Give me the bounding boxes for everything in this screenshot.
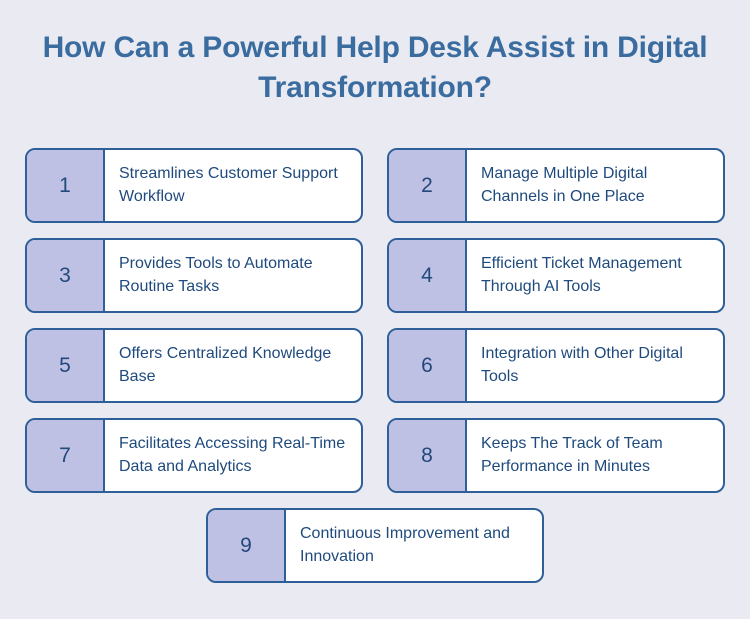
card-label: Integration with Other Digital Tools: [467, 330, 723, 401]
card-label: Streamlines Customer Support Workflow: [105, 150, 361, 221]
card-row: 1 Streamlines Customer Support Workflow …: [0, 148, 750, 223]
numbered-card[interactable]: 5 Offers Centralized Knowledge Base: [25, 328, 363, 403]
numbered-card[interactable]: 3 Provides Tools to Automate Routine Tas…: [25, 238, 363, 313]
numbered-card[interactable]: 1 Streamlines Customer Support Workflow: [25, 148, 363, 223]
numbered-card[interactable]: 4 Efficient Ticket Management Through AI…: [387, 238, 725, 313]
numbered-card[interactable]: 7 Facilitates Accessing Real-Time Data a…: [25, 418, 363, 493]
card-row: 7 Facilitates Accessing Real-Time Data a…: [0, 418, 750, 493]
card-label: Provides Tools to Automate Routine Tasks: [105, 240, 361, 311]
card-number-badge: 6: [389, 330, 467, 401]
card-row: 9 Continuous Improvement and Innovation: [0, 508, 750, 583]
numbered-card[interactable]: 8 Keeps The Track of Team Performance in…: [387, 418, 725, 493]
card-number-badge: 4: [389, 240, 467, 311]
card-label: Offers Centralized Knowledge Base: [105, 330, 361, 401]
card-label-text: Streamlines Customer Support Workflow: [119, 164, 338, 205]
card-number-badge: 3: [27, 240, 105, 311]
card-number-badge: 2: [389, 150, 467, 221]
numbered-card[interactable]: 2 Manage Multiple Digital Channels in On…: [387, 148, 725, 223]
card-number-badge: 1: [27, 150, 105, 221]
card-label-text: Continuous Improvement and Innovation: [300, 524, 510, 565]
card-label-text: Integration with Other Digital Tools: [481, 344, 683, 385]
numbered-card-list: 1 Streamlines Customer Support Workflow …: [0, 148, 750, 583]
card-row: 3 Provides Tools to Automate Routine Tas…: [0, 238, 750, 313]
card-label-text: Facilitates Accessing Real-Time Data and…: [119, 434, 346, 475]
numbered-card[interactable]: 6 Integration with Other Digital Tools: [387, 328, 725, 403]
card-label: Facilitates Accessing Real-Time Data and…: [105, 420, 361, 491]
card-label-text: Offers Centralized Knowledge Base: [119, 344, 332, 385]
card-label: Keeps The Track of Team Performance in M…: [467, 420, 723, 491]
card-label: Manage Multiple Digital Channels in One …: [467, 150, 723, 221]
card-label-text: Efficient Ticket Management Through AI T…: [481, 254, 682, 295]
card-label-text: Keeps The Track of Team Performance in M…: [481, 434, 663, 475]
card-label-text: Manage Multiple Digital Channels in One …: [481, 164, 648, 205]
card-number-badge: 9: [208, 510, 286, 581]
card-label-text: Provides Tools to Automate Routine Tasks: [119, 254, 313, 295]
page-title: How Can a Powerful Help Desk Assist in D…: [42, 31, 708, 104]
card-number-badge: 5: [27, 330, 105, 401]
card-label: Efficient Ticket Management Through AI T…: [467, 240, 723, 311]
card-number-badge: 7: [27, 420, 105, 491]
infographic-container: How Can a Powerful Help Desk Assist in D…: [0, 0, 750, 619]
numbered-card[interactable]: 9 Continuous Improvement and Innovation: [206, 508, 544, 583]
card-label: Continuous Improvement and Innovation: [286, 510, 542, 581]
card-row: 5 Offers Centralized Knowledge Base 6 In…: [0, 328, 750, 403]
card-number-badge: 8: [389, 420, 467, 491]
